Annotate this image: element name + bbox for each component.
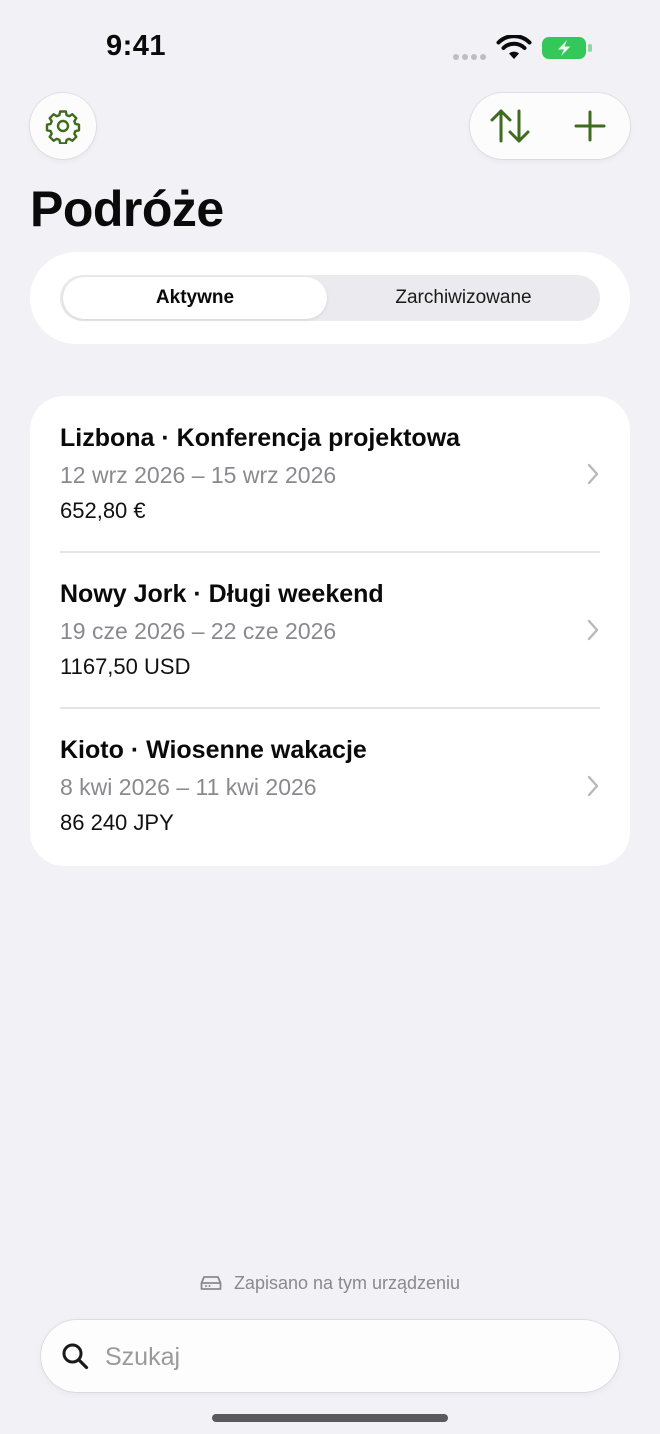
battery-charging-icon bbox=[542, 37, 592, 59]
cellular-signal-icon bbox=[453, 54, 486, 60]
segmented-control: Aktywne Zarchiwizowane bbox=[60, 275, 600, 321]
chevron-right-icon bbox=[587, 463, 599, 485]
trip-title: Nowy Jork · Długi weekend bbox=[60, 580, 384, 608]
plus-icon bbox=[574, 110, 606, 142]
add-trip-button[interactable] bbox=[550, 93, 630, 159]
search-input[interactable] bbox=[103, 1336, 587, 1378]
status-time: 9:41 bbox=[106, 30, 167, 62]
home-indicator bbox=[212, 1414, 448, 1422]
toolbar-actions bbox=[470, 93, 630, 159]
trip-title: Kioto · Wiosenne wakacje bbox=[60, 736, 367, 764]
gear-icon bbox=[45, 110, 81, 144]
trip-amount: 86 240 JPY bbox=[60, 810, 174, 835]
trip-dates: 19 cze 2026 – 22 cze 2026 bbox=[60, 618, 337, 644]
trip-row[interactable]: Lizbona · Konferencja projektowa 12 wrz … bbox=[30, 396, 630, 552]
trip-dates: 12 wrz 2026 – 15 wrz 2026 bbox=[60, 462, 337, 488]
status-bar: 9:41 bbox=[0, 0, 660, 90]
segment-active-trips[interactable]: Aktywne bbox=[63, 277, 327, 319]
sort-button[interactable] bbox=[470, 93, 550, 159]
page-title: Podróże bbox=[30, 181, 224, 237]
trip-amount: 652,80 € bbox=[60, 498, 146, 523]
trip-amount: 1167,50 USD bbox=[60, 654, 191, 679]
settings-button[interactable] bbox=[30, 93, 96, 159]
arrow-up-down-icon bbox=[490, 109, 530, 143]
chevron-right-icon bbox=[587, 619, 599, 641]
storage-note-label: Zapisano na tym urządzeniu bbox=[233, 1272, 461, 1293]
search-bar[interactable] bbox=[41, 1320, 619, 1392]
trip-row[interactable]: Kioto · Wiosenne wakacje 8 kwi 2026 – 11… bbox=[30, 708, 630, 864]
segment-archived-trips[interactable]: Zarchiwizowane bbox=[330, 277, 597, 319]
trip-dates: 8 kwi 2026 – 11 kwi 2026 bbox=[60, 774, 317, 800]
drive-icon bbox=[200, 1276, 222, 1290]
trip-title: Lizbona · Konferencja projektowa bbox=[60, 424, 461, 452]
search-icon bbox=[62, 1343, 89, 1370]
wifi-icon bbox=[496, 35, 532, 59]
trip-row[interactable]: Nowy Jork · Długi weekend 19 cze 2026 – … bbox=[30, 552, 630, 708]
chevron-right-icon bbox=[587, 775, 599, 797]
storage-note: Zapisano na tym urządzeniu bbox=[0, 1270, 660, 1296]
trip-list: Lizbona · Konferencja projektowa 12 wrz … bbox=[30, 396, 630, 866]
filter-card: Aktywne Zarchiwizowane bbox=[30, 252, 630, 344]
